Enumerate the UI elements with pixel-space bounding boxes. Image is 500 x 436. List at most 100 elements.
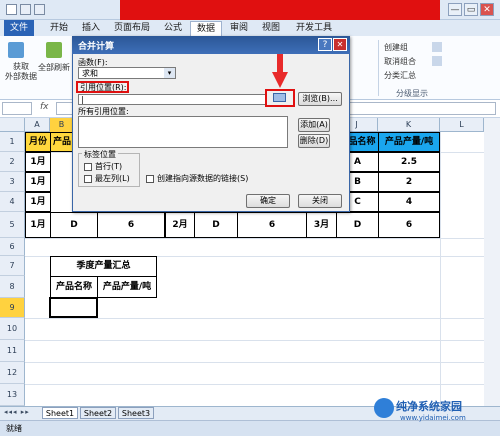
ungroup-button[interactable]: 取消组合 [384,56,416,67]
refresh-all-label[interactable]: 全部刷新 [38,62,70,73]
label-position-title: 标签位置 [82,149,118,160]
row-header-4[interactable]: 4 [0,192,25,212]
row-header-2[interactable]: 2 [0,152,25,172]
close-button[interactable]: 关闭 [298,194,342,208]
gridline [25,318,500,319]
row-header-3[interactable]: 3 [0,172,25,192]
row-header-13[interactable]: 13 [0,384,25,406]
collapse-dialog-icon [273,93,286,102]
table-cell[interactable]: 1月 [25,192,51,212]
table-cell[interactable]: 2.5 [378,152,440,172]
tab-formulas[interactable]: 公式 [158,21,188,36]
tab-view[interactable]: 视图 [256,21,286,36]
column-header-a[interactable]: A [25,118,50,132]
watermark-logo-icon [374,398,394,418]
table-cell[interactable]: D [336,212,379,238]
select-all-corner[interactable] [0,118,25,132]
ref-input[interactable]: | [78,94,266,105]
table-cell[interactable]: 6 [378,212,440,238]
row-header-10[interactable]: 10 [0,318,25,340]
show-detail-icon[interactable] [432,42,442,52]
database-icon[interactable] [8,42,24,58]
redo-icon[interactable] [34,4,45,15]
gridline [440,132,441,406]
all-refs-list[interactable] [78,116,288,148]
table-cell[interactable]: 4 [378,192,440,212]
vertical-scrollbar[interactable] [484,118,500,406]
subtotal-button[interactable]: 分类汇总 [384,70,416,81]
link-source-label: 创建指向源数据的链接(S) [157,174,249,183]
status-mode: 就绪 [6,424,22,433]
row-header-11[interactable]: 11 [0,340,25,362]
group-separator [378,40,379,96]
table-cell[interactable]: D [194,212,238,238]
summary-title[interactable]: 季度产量汇总 [50,256,157,277]
hide-detail-icon[interactable] [432,56,442,66]
table-header-output[interactable]: 产品产量/吨 [378,132,440,152]
watermark-brand: 纯净系统家园 [396,400,462,413]
tab-insert[interactable]: 插入 [76,21,106,36]
table-cell[interactable]: 2 [378,172,440,192]
column-header-l[interactable]: L [440,118,484,132]
tab-home[interactable]: 开始 [44,21,74,36]
row-header-9[interactable]: 9 [0,298,25,318]
summary-header-product[interactable]: 产品名称 [50,276,98,298]
column-header-k[interactable]: K [378,118,440,132]
get-external-data-label[interactable]: 获取 外部数据 [4,62,38,82]
sheet-tab-sheet1[interactable]: Sheet1 [42,407,78,419]
refresh-icon[interactable] [46,42,62,58]
table-cell[interactable]: 6 [237,212,307,238]
table-cell[interactable]: 1月 [25,212,51,238]
delete-button[interactable]: 删除(D) [298,134,330,148]
ok-button[interactable]: 确定 [246,194,290,208]
close-window-button[interactable]: ✕ [480,3,494,16]
row-header-7[interactable]: 7 [0,256,25,276]
dialog-close-button[interactable]: ✕ [333,38,347,51]
top-row-checkbox[interactable] [84,163,92,171]
table-cell[interactable]: 6 [97,212,165,238]
outline-group-label: 分级显示 [396,89,428,98]
table-cell[interactable]: 2月 [165,212,195,238]
fx-label[interactable]: fx [40,102,49,112]
left-column-label: 最左列(L) [95,174,130,183]
row-header-1[interactable]: 1 [0,132,25,152]
tab-review[interactable]: 审阅 [224,21,254,36]
dialog-help-button[interactable]: ? [318,38,332,51]
summary-header-output[interactable]: 产品产量/吨 [97,276,157,298]
restore-button[interactable]: ▭ [464,3,478,16]
table-cell[interactable]: D [50,212,98,238]
top-row-label: 首行(T) [95,162,123,171]
tab-data[interactable]: 数据 [190,21,223,36]
row-header-5[interactable]: 5 [0,212,25,238]
create-group-button[interactable]: 创建组 [384,42,408,53]
sheet-nav-arrows[interactable]: ◂◂◂ ▸▸ [4,408,30,416]
add-button[interactable]: 添加(A) [298,118,330,132]
table-cell[interactable]: 3月 [306,212,337,238]
chevron-down-icon[interactable]: ▾ [164,68,175,78]
gridline [25,362,500,363]
tab-developer[interactable]: 开发工具 [290,21,338,36]
table-cell[interactable]: 1月 [25,152,51,172]
table-cell[interactable]: 1月 [25,172,51,192]
row-header-8[interactable]: 8 [0,276,25,298]
gridline [25,238,500,239]
dialog-title: 合并计算 [78,42,115,52]
undo-icon[interactable] [20,4,31,15]
save-icon[interactable] [6,4,17,15]
minimize-button[interactable]: — [448,3,462,16]
sheet-tab-sheet2[interactable]: Sheet2 [80,407,116,419]
tab-page-layout[interactable]: 页面布局 [108,21,156,36]
browse-button[interactable]: 浏览(B)... [298,92,342,106]
row-header-6[interactable]: 6 [0,238,25,256]
table-header-product[interactable]: 产品 [50,132,74,152]
table-header-month[interactable]: 月份 [25,132,51,152]
sheet-tab-sheet3[interactable]: Sheet3 [118,407,154,419]
link-source-checkbox[interactable] [146,175,154,183]
column-header-b[interactable]: B [50,118,74,132]
row-header-12[interactable]: 12 [0,362,25,384]
name-box[interactable] [2,102,32,115]
tab-file[interactable]: 文件 [4,20,34,36]
selected-cell[interactable] [49,297,98,318]
left-column-checkbox[interactable] [84,175,92,183]
function-select[interactable]: 求和 [78,67,176,79]
